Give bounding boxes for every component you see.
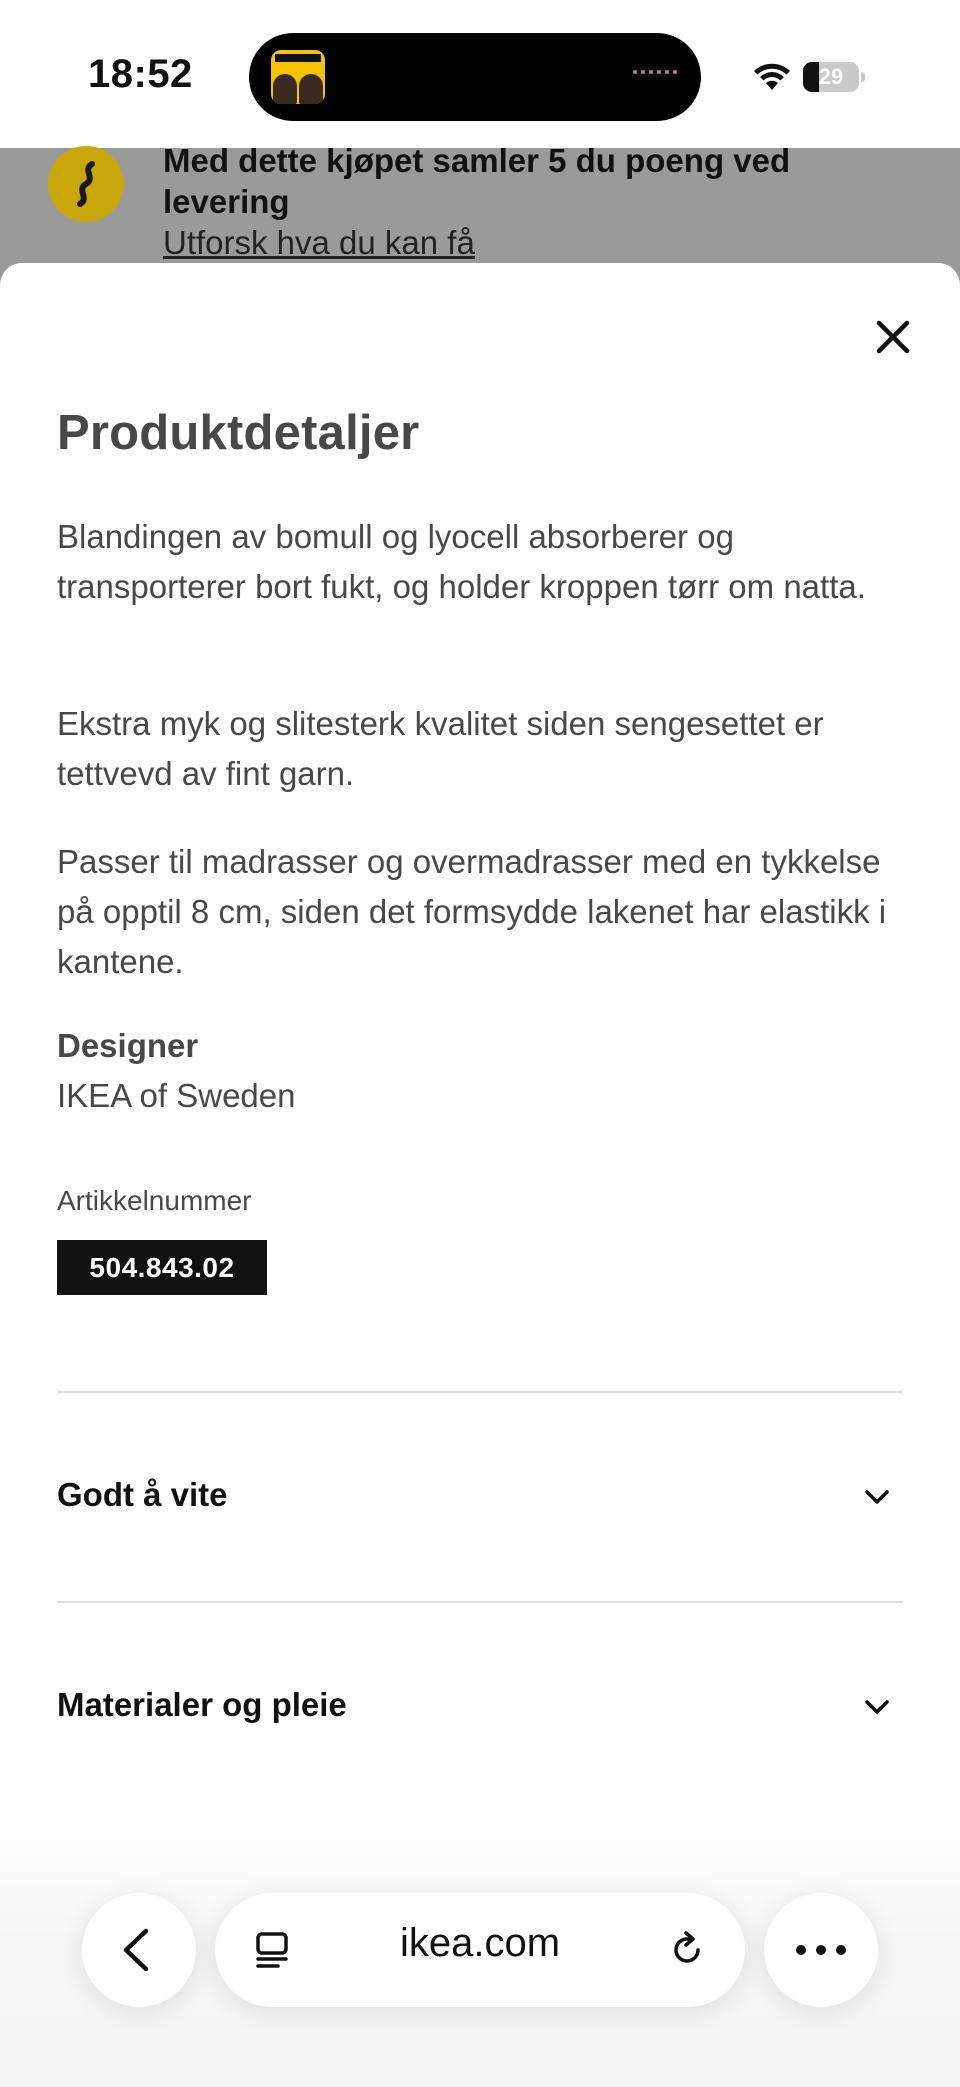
audio-waveform-icon (633, 70, 677, 74)
points-link[interactable]: Utforsk hva du kan få (163, 224, 475, 262)
battery-level: 29 (818, 64, 844, 89)
reload-icon[interactable] (665, 1928, 709, 1972)
chevron-down-icon (865, 1490, 889, 1504)
designer-label: Designer (57, 1027, 199, 1064)
description-paragraph: Passer til madrasser og overmadrasser me… (57, 843, 887, 980)
product-details-sheet: Produktdetaljer Blandingen av bomull og … (0, 263, 960, 2087)
designer-value: IKEA of Sweden (57, 1077, 296, 1114)
status-time: 18:52 (88, 52, 193, 96)
divider (57, 1391, 903, 1393)
accordion-title: Materialer og pleie (57, 1686, 347, 1723)
back-icon (123, 1928, 149, 1972)
article-number-badge: 504.843.02 (57, 1240, 267, 1295)
ikea-family-icon (48, 146, 124, 222)
divider (57, 1601, 903, 1603)
more-button[interactable] (764, 1893, 878, 2007)
battery-icon: 29 (803, 62, 865, 92)
points-message: Med dette kjøpet samler 5 du poeng ved l… (163, 142, 791, 220)
now-playing-artwork (271, 50, 325, 104)
description-paragraph: Ekstra myk og slitesterk kvalitet siden … (57, 705, 824, 792)
accordion-good-to-know[interactable]: Godt å vite (57, 1446, 903, 1546)
wifi-icon (754, 63, 790, 90)
accordion-title: Godt å vite (57, 1476, 228, 1513)
accordion-materials-care[interactable]: Materialer og pleie (57, 1656, 903, 1756)
chevron-down-icon (865, 1700, 889, 1714)
dynamic-island (249, 33, 701, 121)
article-number-label: Artikkelnummer (57, 1185, 252, 1216)
back-button[interactable] (82, 1893, 196, 2007)
more-icon (796, 1945, 846, 1955)
address-bar[interactable]: ikea.com (215, 1893, 745, 2007)
status-bar: 18:52 29 (0, 0, 960, 148)
sheet-title: Produktdetaljer (57, 406, 420, 460)
close-icon (876, 320, 910, 354)
close-button[interactable] (864, 308, 922, 366)
description-paragraph: Blandingen av bomull og lyocell absorber… (57, 518, 866, 605)
